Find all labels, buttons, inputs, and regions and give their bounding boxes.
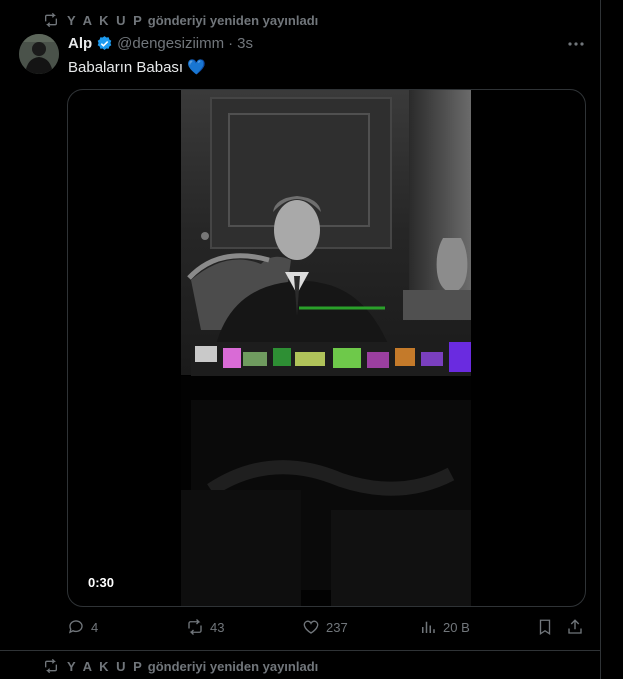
reply-button[interactable]: 4 [67,618,98,636]
retweet-button[interactable]: 43 [186,618,224,636]
like-button[interactable]: 237 [302,618,348,636]
video-duration: 0:30 [82,573,121,592]
author-name[interactable]: Alp [68,35,92,52]
author-handle[interactable]: @dengesiziimm [117,35,224,52]
verified-badge-icon[interactable] [96,35,113,52]
retweet-icon [188,619,202,635]
more-icon [568,42,584,46]
like-icon [303,620,319,634]
tweet-text: Babaların Babası 💙 [68,58,206,77]
repost-icon [45,12,57,28]
heart-emoji: 💙 [187,59,206,76]
avatar[interactable] [19,34,59,74]
video-player[interactable]: 0:30 [67,89,586,607]
repost-icon [45,658,57,674]
retweet-count: 43 [210,619,225,635]
timestamp[interactable]: 3s [237,35,253,52]
tweet-header: Alp @dengesiziimm · 3s [68,35,253,52]
timeline-border [600,0,601,679]
reposter-name[interactable]: Y A K U P [67,13,144,28]
more-button[interactable] [565,35,587,53]
bookmark-button[interactable] [536,618,554,636]
tweet-body: Babaların Babası [68,58,184,76]
reply-count: 4 [91,619,99,635]
video-frame[interactable] [181,90,471,606]
share-icon [568,619,582,634]
reposter-name[interactable]: Y A K U P [67,659,144,674]
repost-context[interactable]: Y A K U P gönderiyi yeniden yayınladı [43,12,318,28]
reply-icon [68,620,83,634]
share-button[interactable] [566,618,584,636]
separator-dot: · [228,35,234,52]
next-repost-context[interactable]: Y A K U P gönderiyi yeniden yayınladı [43,658,318,674]
views-count: 20 B [443,619,470,635]
tweet-actions: 4 43 237 20 B [0,618,600,638]
tweet-divider [0,650,600,651]
repost-label: gönderiyi yeniden yayınladı [147,12,319,28]
views-button[interactable]: 20 B [419,618,470,636]
like-count: 237 [326,619,348,635]
bookmark-icon [539,619,551,636]
views-icon [422,621,435,633]
repost-label: gönderiyi yeniden yayınladı [147,658,319,674]
